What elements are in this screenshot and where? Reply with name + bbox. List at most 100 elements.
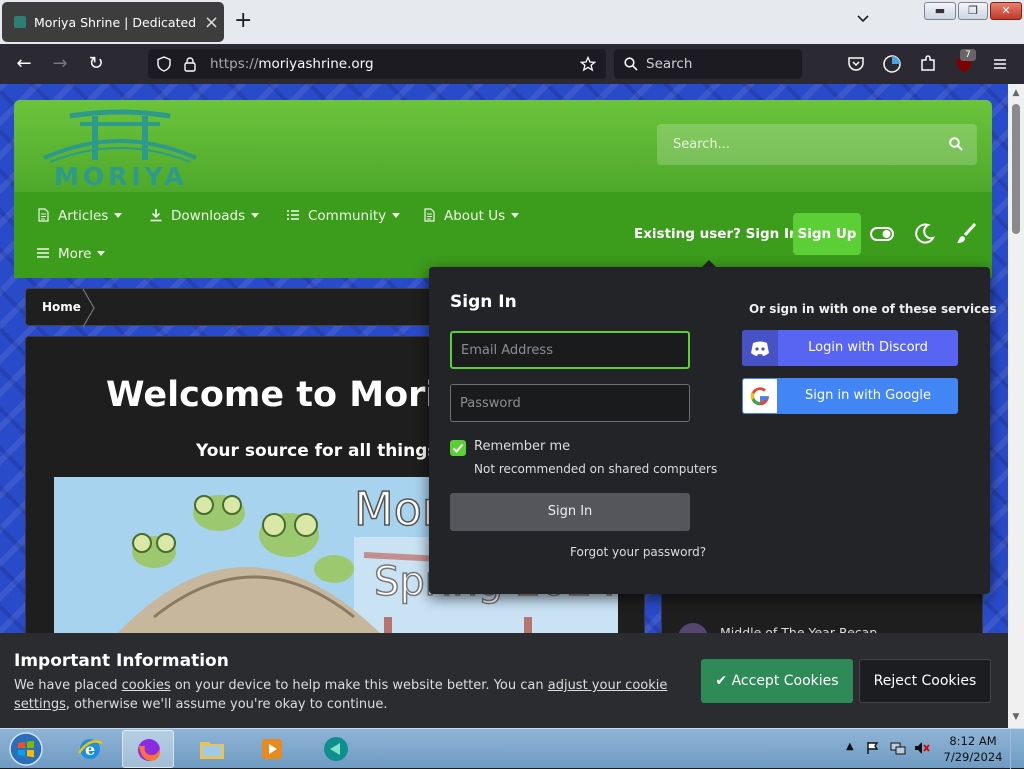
cookie-text: We have placed cookies on your device to…: [14, 678, 668, 712]
pocket-icon[interactable]: [846, 54, 866, 74]
shield-icon[interactable]: [156, 56, 172, 72]
taskbar-media-player[interactable]: [246, 730, 298, 768]
accept-cookies-button[interactable]: ✔ Accept Cookies: [701, 659, 853, 703]
login-discord-button[interactable]: Login with Discord: [742, 330, 958, 366]
vertical-scrollbar[interactable]: ▲ ▼: [1008, 84, 1024, 728]
windows-start-icon[interactable]: [6, 731, 46, 767]
checkmark-icon: ✔: [715, 673, 732, 689]
forgot-password-link[interactable]: Forgot your password?: [570, 545, 706, 559]
toggle-icon[interactable]: [870, 222, 894, 246]
taskbar-firefox[interactable]: [122, 730, 174, 768]
sign-in-submit-button[interactable]: Sign In: [450, 493, 690, 531]
email-field[interactable]: [450, 331, 690, 369]
browser-tab[interactable]: Moriya Shrine | Dedicated Source for all…: [2, 2, 224, 42]
browser-toolbar: ← → ↻ https://moriyashrine.org Search: [0, 44, 1024, 84]
tab-title: Moriya Shrine | Dedicated Source for all…: [34, 15, 198, 30]
reject-cookies-button[interactable]: Reject Cookies: [859, 659, 991, 703]
forward-arrow-icon[interactable]: →: [48, 52, 72, 76]
remember-me-hint: Not recommended on shared computers: [474, 462, 718, 476]
extension-badge: 7: [960, 49, 976, 61]
minimize-button[interactable]: ▬: [924, 2, 956, 20]
scrollbar-thumb[interactable]: [1012, 104, 1020, 234]
email-input[interactable]: [452, 333, 688, 367]
browser-tab-strip: Moriya Shrine | Dedicated Source for all…: [0, 0, 1024, 44]
folder-icon: [200, 742, 224, 759]
taskbar-explorer[interactable]: [186, 730, 238, 768]
document-icon: [424, 208, 435, 222]
remember-me-checkbox[interactable]: [450, 440, 466, 456]
banner-title-text: Mor: [354, 482, 441, 536]
action-center-flag-icon[interactable]: [866, 741, 880, 755]
bookmark-star-icon[interactable]: [580, 56, 596, 72]
nav-community[interactable]: Community: [286, 208, 401, 224]
extensions-puzzle-icon[interactable]: [918, 54, 938, 74]
breadcrumb-home[interactable]: Home: [42, 300, 81, 314]
breadcrumb-separator-icon: [82, 289, 95, 327]
search-icon: [624, 57, 638, 71]
media-player-icon: [262, 739, 282, 759]
login-google-button[interactable]: Sign in with Google: [742, 378, 958, 414]
existing-user-sign-in[interactable]: Existing user? Sign In: [634, 226, 816, 242]
clock[interactable]: 8:12 AM 7/29/2024: [942, 733, 1004, 765]
hamburger-menu-icon[interactable]: [990, 54, 1010, 74]
remember-me-label[interactable]: Remember me: [474, 439, 570, 454]
back-arrow-icon[interactable]: ←: [12, 52, 36, 76]
site-nav: Articles Downloads Community About Us Mo…: [14, 192, 992, 278]
url-text: https://moriyashrine.org: [210, 56, 374, 72]
dark-mode-moon-icon[interactable]: [912, 222, 936, 246]
taskbar-ie[interactable]: e: [64, 730, 116, 768]
search-icon[interactable]: [949, 137, 963, 151]
cookie-notice: Important Information We have placed coo…: [0, 633, 1008, 728]
taskbar-app[interactable]: [310, 730, 362, 768]
firefox-icon: [138, 739, 161, 761]
password-input[interactable]: [451, 385, 689, 421]
list-tabs-chevron-icon[interactable]: [856, 12, 870, 26]
show-desktop-button[interactable]: [1010, 729, 1024, 769]
address-bar[interactable]: https://moriyashrine.org: [148, 49, 606, 79]
breadcrumb: Home: [25, 288, 445, 327]
internet-explorer-icon: e: [77, 739, 103, 759]
close-tab-icon[interactable]: ×: [204, 12, 219, 33]
nav-more[interactable]: More: [36, 246, 106, 262]
oauth-heading: Or sign in with one of these services: [749, 302, 997, 316]
discord-label: Login with Discord: [808, 340, 928, 355]
discord-icon: [742, 330, 778, 366]
menu-icon: [37, 248, 49, 258]
system-tray: ▲: [842, 739, 942, 759]
account-sync-icon[interactable]: [882, 54, 902, 74]
sign-up-button[interactable]: Sign Up: [793, 213, 861, 255]
password-field[interactable]: [450, 384, 690, 422]
site-search-placeholder: Search...: [673, 137, 731, 152]
browser-search-box[interactable]: Search: [614, 49, 802, 79]
google-label: Sign in with Google: [804, 388, 932, 403]
maximize-button[interactable]: ❐: [958, 2, 988, 20]
reload-icon[interactable]: ↻: [84, 52, 108, 76]
site-search-input[interactable]: Search...: [657, 124, 977, 165]
volume-muted-icon[interactable]: [914, 741, 930, 755]
scroll-up-icon[interactable]: ▲: [1008, 88, 1024, 98]
welcome-heading: Welcome to Moriya: [106, 375, 484, 415]
page-viewport: MORIYA Search... Articles Downloads Comm…: [0, 84, 1008, 728]
cookie-title: Important Information: [14, 651, 229, 671]
new-tab-button[interactable]: +: [234, 8, 252, 33]
nav-about-us[interactable]: About Us: [422, 208, 520, 224]
browser-search-placeholder: Search: [646, 56, 693, 72]
google-icon: [742, 378, 778, 414]
clock-time: 8:12 AM: [949, 734, 997, 748]
cookies-link[interactable]: cookies: [122, 678, 171, 693]
scroll-down-icon[interactable]: ▼: [1008, 712, 1024, 722]
checkmark-icon: [452, 443, 464, 453]
window-controls: ▬ ❐ ✕: [924, 2, 1022, 21]
app-icon: [324, 737, 348, 761]
style-brush-icon[interactable]: [954, 222, 978, 246]
logo-text: MORIYA: [54, 162, 188, 191]
document-icon: [38, 208, 49, 222]
sign-in-title: Sign In: [450, 292, 517, 312]
show-hidden-icons-icon[interactable]: ▲: [846, 741, 854, 752]
network-icon[interactable]: [890, 741, 906, 755]
lock-icon[interactable]: [182, 56, 198, 72]
nav-articles[interactable]: Articles: [36, 208, 123, 224]
tagline: Your source for all things To: [196, 441, 465, 461]
nav-downloads[interactable]: Downloads: [149, 208, 260, 224]
window-close-button[interactable]: ✕: [990, 2, 1022, 20]
